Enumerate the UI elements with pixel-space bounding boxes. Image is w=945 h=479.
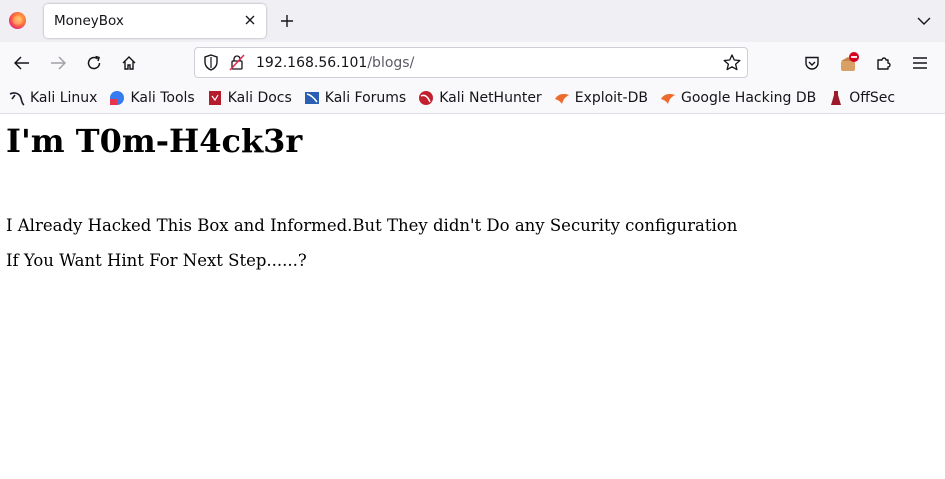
new-tab-plus-icon[interactable] xyxy=(277,11,297,31)
bookmark-kali-linux[interactable]: Kali Linux xyxy=(9,86,97,110)
tracking-shield-icon[interactable] xyxy=(203,54,219,75)
hamburger-menu-icon[interactable] xyxy=(908,51,932,75)
bookmark-label: Kali Forums xyxy=(324,90,407,106)
bookmark-label: Kali NetHunter xyxy=(439,90,542,106)
page-content: I'm T0m-H4ck3r I Already Hacked This Box… xyxy=(0,114,945,479)
bookmark-kali-forums[interactable]: Kali Forums xyxy=(304,86,406,110)
kali-tools-icon xyxy=(109,90,125,106)
url-bar[interactable]: 192.168.56.101/blogs/ xyxy=(194,47,748,78)
bookmark-kali-docs[interactable]: Kali Docs xyxy=(207,86,292,110)
url-path: /blogs/ xyxy=(367,55,415,71)
bookmark-star-icon[interactable] xyxy=(723,54,741,75)
bookmark-label: Kali Tools xyxy=(130,90,195,106)
tab-title: MoneyBox xyxy=(54,13,124,29)
kali-docs-icon xyxy=(207,90,223,106)
bookmark-google-hacking-db[interactable]: Google Hacking DB xyxy=(660,86,816,110)
pocket-icon[interactable] xyxy=(800,51,824,75)
url-host: 192.168.56.101 xyxy=(256,55,368,71)
kali-forums-icon xyxy=(304,90,320,106)
bookmark-kali-nethunter[interactable]: Kali NetHunter xyxy=(418,86,542,110)
extension-badge-icon[interactable] xyxy=(837,51,861,75)
reload-icon[interactable] xyxy=(82,51,106,75)
paragraph-hint: If You Want Hint For Next Step......? xyxy=(6,251,307,270)
extensions-puzzle-icon[interactable] xyxy=(872,51,896,75)
bookmarks-toolbar: Kali Linux Kali Tools Kali Docs Kali For… xyxy=(0,83,945,114)
ghdb-icon xyxy=(660,90,676,106)
close-icon[interactable] xyxy=(242,12,258,28)
navigation-toolbar: 192.168.56.101/blogs/ xyxy=(0,42,945,83)
exploit-db-icon xyxy=(554,90,570,106)
home-icon[interactable] xyxy=(117,51,141,75)
bookmark-label: Kali Linux xyxy=(30,90,98,106)
tab-moneybox[interactable]: MoneyBox xyxy=(44,4,266,38)
offsec-icon xyxy=(828,90,844,106)
tab-strip: MoneyBox xyxy=(0,0,945,42)
bookmark-kali-tools[interactable]: Kali Tools xyxy=(109,86,195,110)
bookmark-label: Kali Docs xyxy=(227,90,292,106)
kali-nethunter-icon xyxy=(418,90,434,106)
chevron-down-icon[interactable] xyxy=(915,12,933,30)
bookmark-label: Google Hacking DB xyxy=(680,90,817,106)
bookmark-exploit-db[interactable]: Exploit-DB xyxy=(554,86,648,110)
back-arrow-icon[interactable] xyxy=(10,51,34,75)
insecure-lock-icon[interactable] xyxy=(229,54,245,75)
page-heading: I'm T0m-H4ck3r xyxy=(6,122,303,160)
paragraph-message: I Already Hacked This Box and Informed.B… xyxy=(6,216,738,235)
bookmark-label: Exploit-DB xyxy=(574,90,648,106)
bookmark-offsec[interactable]: OffSec xyxy=(828,86,895,110)
bookmark-label: OffSec xyxy=(849,90,896,106)
firefox-logo-icon[interactable] xyxy=(9,12,26,29)
url-text[interactable]: 192.168.56.101/blogs/ xyxy=(256,55,414,71)
forward-arrow-icon[interactable] xyxy=(46,51,70,75)
kali-dragon-icon xyxy=(9,90,25,106)
